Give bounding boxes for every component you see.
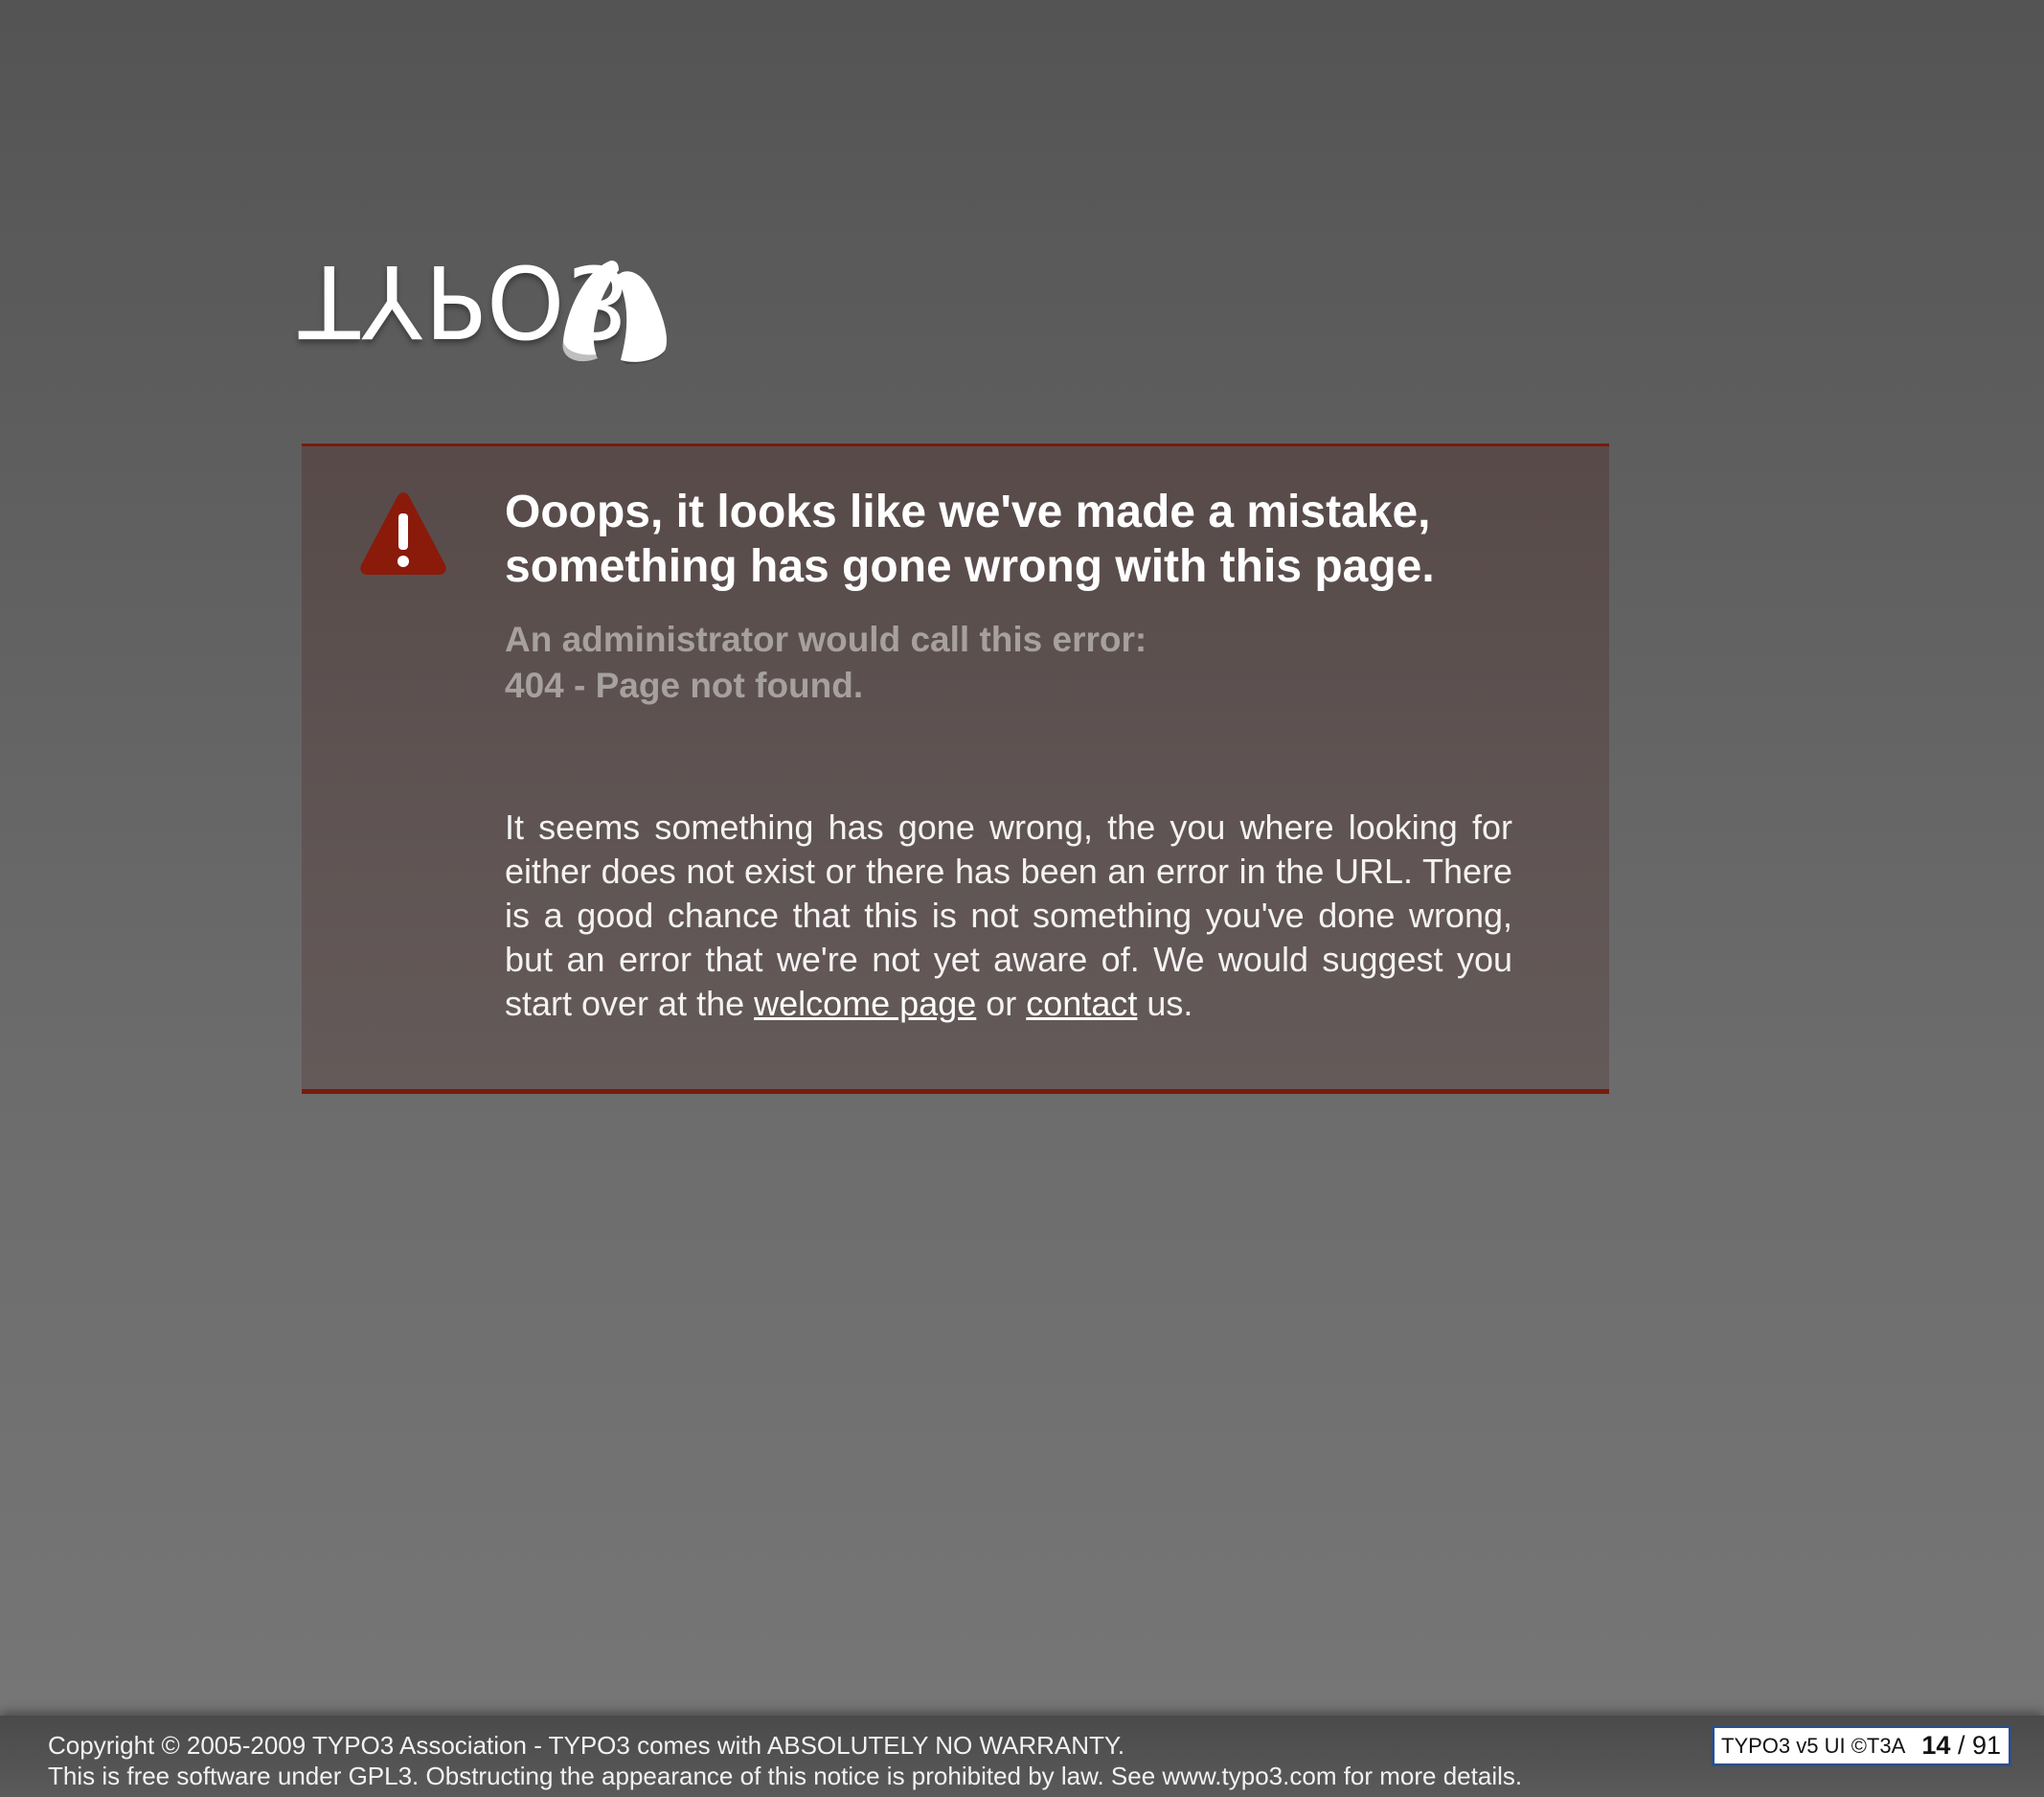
- warning-icon: [360, 492, 446, 575]
- error-headline: Ooops, it looks like we've made a mistak…: [505, 485, 1558, 594]
- version-badge: TYPO3 v5 UI ©T3A 14 / 91: [1712, 1725, 2011, 1766]
- admin-line-1: An administrator would call this error:: [505, 620, 1147, 659]
- page-total: 91: [1971, 1731, 2001, 1760]
- admin-error-description: An administrator would call this error: …: [505, 617, 1558, 709]
- page-separator: /: [1950, 1731, 1972, 1760]
- error-code: 404 - Page not found.: [505, 666, 864, 705]
- welcome-page-link[interactable]: welcome page: [754, 984, 976, 1023]
- typo3-logo-mark-icon: [562, 261, 668, 364]
- explanation-text-3: us.: [1137, 984, 1193, 1023]
- explanation-text-2: or: [976, 984, 1027, 1023]
- copyright-line-1: Copyright © 2005-2009 TYPO3 Association …: [48, 1731, 1125, 1760]
- headline-line-1: Ooops, it looks like we've made a mistak…: [505, 487, 1431, 537]
- footer: Copyright © 2005-2009 TYPO3 Association …: [0, 1716, 2044, 1797]
- page-current: 14: [1921, 1731, 1951, 1760]
- contact-link[interactable]: contact: [1026, 984, 1137, 1023]
- headline-line-2: something has gone wrong with this page.: [505, 541, 1435, 592]
- copyright-line-2: This is free software under GPL3. Obstru…: [48, 1762, 1523, 1790]
- error-explanation: It seems something has gone wrong, the y…: [505, 806, 1512, 1026]
- page-counter: 14 / 91: [1921, 1728, 2001, 1763]
- typo3-logo: TYPO3: [299, 242, 682, 375]
- error-box: Ooops, it looks like we've made a mistak…: [302, 444, 1609, 1094]
- version-label: TYPO3 v5 UI ©T3A: [1721, 1734, 1906, 1758]
- copyright-notice: Copyright © 2005-2009 TYPO3 Association …: [48, 1730, 1522, 1791]
